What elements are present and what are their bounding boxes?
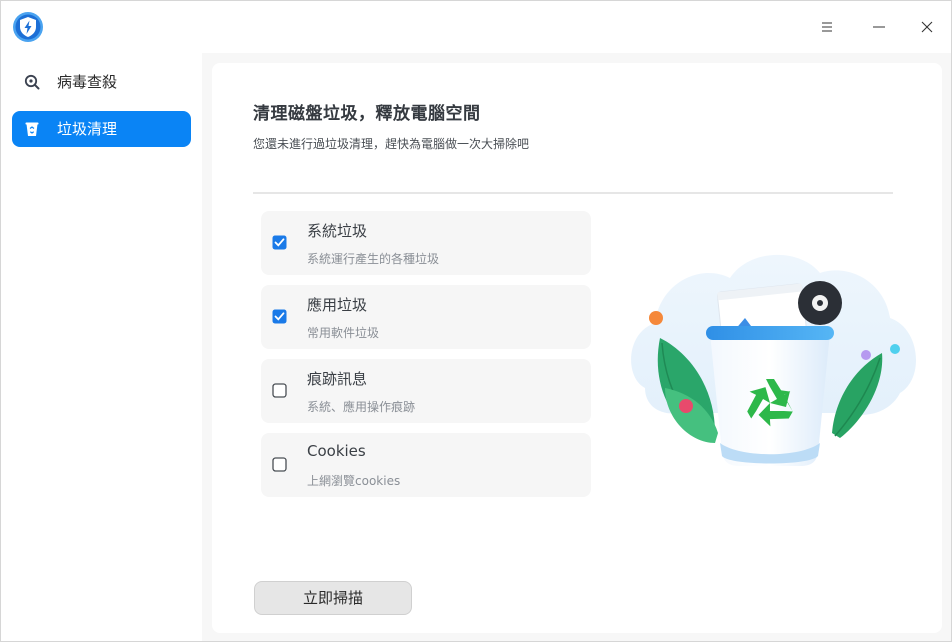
shield-bolt-icon	[13, 12, 43, 42]
option-cookies[interactable]: Cookies 上網瀏覽cookies	[261, 433, 591, 497]
option-title: 痕跡訊息	[307, 370, 368, 388]
close-button[interactable]	[911, 11, 943, 43]
option-title: 應用垃圾	[307, 296, 368, 314]
sidebar-item-label: 病毒查殺	[57, 73, 118, 91]
checkbox-checked-icon[interactable]	[272, 309, 287, 324]
menu-icon	[822, 22, 832, 32]
minimize-button[interactable]	[863, 11, 895, 43]
option-title: Cookies	[307, 442, 366, 460]
sidebar-item-junk-clean[interactable]: 垃圾清理	[12, 111, 191, 147]
option-description: 上網瀏覽cookies	[307, 474, 401, 488]
title-bar	[1, 1, 951, 53]
checkbox-unchecked-icon[interactable]	[272, 383, 287, 398]
recycle-bin-illustration	[631, 254, 917, 466]
divider	[253, 192, 893, 194]
sidebar: 病毒查殺 垃圾清理	[1, 53, 202, 641]
scan-now-button[interactable]: 立即掃描	[254, 581, 412, 615]
page-title: 清理磁盤垃圾，釋放電腦空間	[253, 104, 481, 124]
virus-scan-icon	[24, 74, 40, 90]
option-title: 系統垃圾	[307, 222, 368, 240]
page-subtitle: 您還未進行過垃圾清理，趕快為電腦做一次大掃除吧	[253, 137, 530, 151]
option-app-junk[interactable]: 應用垃圾 常用軟件垃圾	[261, 285, 591, 349]
app-window: 病毒查殺 垃圾清理 清理磁盤垃圾，釋放電腦空間 您還未進行過垃圾清理，趕快為電腦…	[0, 0, 952, 642]
option-description: 常用軟件垃圾	[307, 326, 380, 340]
option-trace-info[interactable]: 痕跡訊息 系統、應用操作痕跡	[261, 359, 591, 423]
option-description: 系統運行產生的各種垃圾	[307, 252, 440, 266]
close-icon	[921, 21, 933, 33]
minimize-icon	[873, 26, 885, 28]
option-description: 系統、應用操作痕跡	[307, 400, 416, 414]
main-panel: 清理磁盤垃圾，釋放電腦空間 您還未進行過垃圾清理，趕快為電腦做一次大掃除吧 系統…	[212, 63, 942, 633]
option-system-junk[interactable]: 系統垃圾 系統運行產生的各種垃圾	[261, 211, 591, 275]
trash-icon	[25, 122, 39, 136]
sidebar-item-virus-scan[interactable]: 病毒查殺	[12, 64, 191, 100]
sidebar-item-label: 垃圾清理	[57, 120, 118, 138]
menu-button[interactable]	[811, 11, 843, 43]
checkbox-checked-icon[interactable]	[272, 235, 287, 250]
checkbox-unchecked-icon[interactable]	[272, 457, 287, 472]
